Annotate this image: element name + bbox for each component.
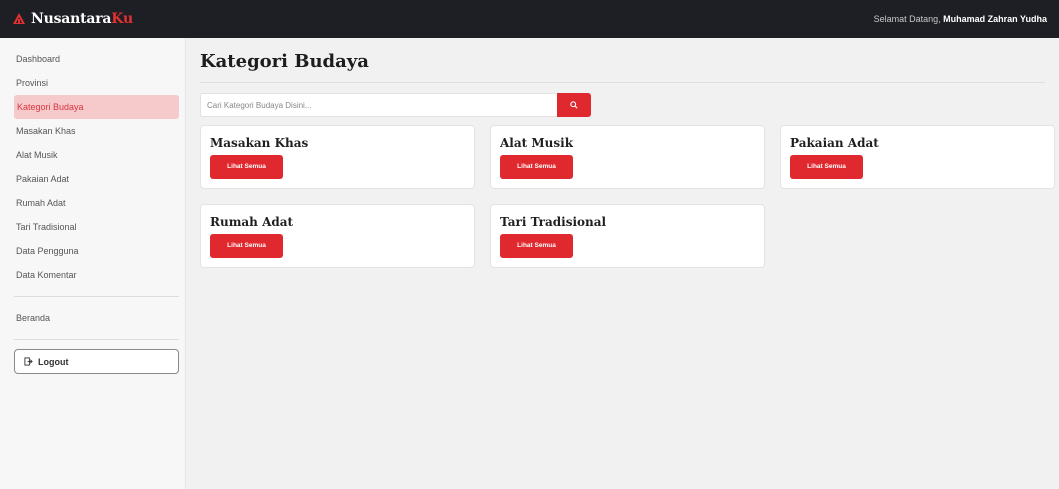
sidebar: Dashboard Provinsi Kategori Budaya Masakan … [0, 38, 186, 489]
sidebar-item-data-komentar[interactable]: Data Komentar [14, 263, 179, 287]
brand-name: NusantaraKu [31, 11, 133, 27]
category-card: Masakan Khas Lihat Semua [200, 125, 475, 189]
category-card: Tari Tradisional Lihat Semua [490, 204, 765, 268]
logout-label: Logout [38, 356, 69, 367]
category-card: Pakaian Adat Lihat Semua [780, 125, 1055, 189]
brand-logo[interactable]: NusantaraKu [12, 11, 133, 27]
card-title: Masakan Khas [210, 136, 309, 150]
card-title: Pakaian Adat [790, 136, 879, 150]
search-button[interactable] [557, 93, 591, 117]
view-all-button[interactable]: Lihat Semua [210, 155, 283, 179]
welcome-prefix: Selamat Datang, [873, 14, 941, 24]
sidebar-item-dashboard[interactable]: Dashboard [14, 47, 179, 71]
search-input[interactable] [200, 93, 557, 117]
view-all-button[interactable]: Lihat Semua [790, 155, 863, 179]
sidebar-item-beranda[interactable]: Beranda [14, 306, 179, 330]
sidebar-item-rumah-adat[interactable]: Rumah Adat [14, 191, 179, 215]
category-card: Rumah Adat Lihat Semua [200, 204, 475, 268]
view-all-button[interactable]: Lihat Semua [500, 155, 573, 179]
welcome-message: Selamat Datang, Muhamad Zahran Yudha [874, 14, 1047, 24]
user-name: Muhamad Zahran Yudha [943, 14, 1047, 24]
sidebar-item-data-pengguna[interactable]: Data Pengguna [14, 239, 179, 263]
sidebar-item-provinsi[interactable]: Provinsi [14, 71, 179, 95]
search-icon [570, 101, 578, 109]
main-content: Kategori Budaya Masakan KhasLihat SemuaA… [200, 38, 1055, 268]
card-title: Tari Tradisional [500, 215, 607, 229]
category-card: Alat Musik Lihat Semua [490, 125, 765, 189]
sidebar-item-pakaian-adat[interactable]: Pakaian Adat [14, 167, 179, 191]
sidebar-item-alat-musik[interactable]: Alat Musik [14, 143, 179, 167]
temple-logo-icon [13, 13, 25, 24]
logout-icon [24, 357, 33, 366]
view-all-button[interactable]: Lihat Semua [210, 234, 283, 258]
sidebar-divider [14, 296, 179, 297]
sidebar-item-tari-tradisional[interactable]: Tari Tradisional [14, 215, 179, 239]
top-navbar: NusantaraKu Selamat Datang, Muhamad Zahr… [0, 0, 1059, 38]
logout-button[interactable]: Logout [14, 349, 179, 374]
page-title: Kategori Budaya [200, 51, 369, 72]
card-title: Alat Musik [500, 136, 574, 150]
sidebar-item-masakan-khas[interactable]: Masakan Khas [14, 119, 179, 143]
sidebar-nav: Dashboard Provinsi Kategori Budaya Masakan … [14, 47, 179, 287]
title-divider [200, 82, 1045, 83]
view-all-button[interactable]: Lihat Semua [500, 234, 573, 258]
sidebar-item-kategori-budaya[interactable]: Kategori Budaya [14, 95, 179, 119]
search-bar [200, 93, 1045, 117]
card-title: Rumah Adat [210, 215, 294, 229]
sidebar-divider-2 [14, 339, 179, 340]
